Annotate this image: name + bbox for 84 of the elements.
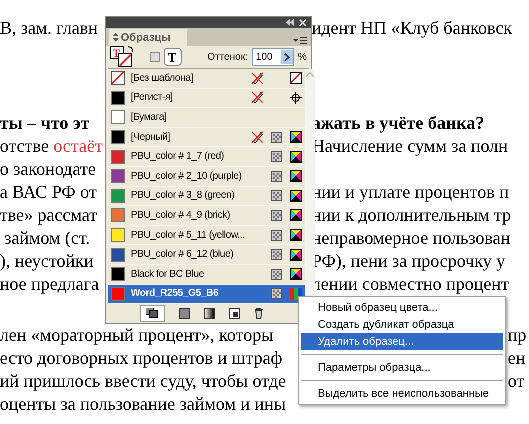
checker-icon bbox=[271, 170, 282, 182]
document-text: отстве остаёт bbox=[0, 135, 103, 158]
swatch-name: [Черный] bbox=[131, 132, 172, 143]
cmyk-icon bbox=[290, 268, 302, 280]
swatch-name: [Без шаблона] bbox=[131, 72, 194, 84]
swatch-row[interactable]: PBU_color # 1_7 (red) bbox=[108, 147, 305, 167]
cmyk-icon bbox=[290, 248, 302, 261]
cmyk-icon bbox=[290, 229, 302, 242]
none-icon bbox=[290, 72, 302, 84]
swatch-name: PBU_color # 6_12 (blue) bbox=[131, 249, 235, 260]
new-swatch-icon[interactable] bbox=[228, 308, 240, 320]
checker-icon bbox=[271, 288, 282, 300]
menu-item[interactable]: Создать дубликат образца bbox=[301, 316, 503, 333]
tint-label: Оттенок: bbox=[207, 52, 248, 62]
swatch-name: PBU_color # 2_10 (purple) bbox=[131, 170, 243, 182]
close-icon[interactable] bbox=[299, 18, 307, 26]
document-text: а ВАС РФ от bbox=[0, 181, 98, 204]
stacked-squares-icon bbox=[146, 308, 158, 320]
document-text: от bbox=[508, 370, 525, 393]
document-text: лении совместно процент bbox=[312, 273, 510, 296]
filled-square-icon[interactable] bbox=[178, 308, 190, 320]
swatch-name: PBU_color # 1_7 (red) bbox=[131, 151, 226, 162]
crosshair-icon bbox=[290, 92, 302, 104]
swatch-row[interactable]: PBU_color # 4_9 (brick) bbox=[108, 206, 305, 226]
checker-icon bbox=[271, 210, 282, 221]
swatch-name: Black for BC Blue bbox=[131, 268, 206, 280]
checker-icon bbox=[271, 190, 282, 202]
swatch-name: PBU_color # 5_11 (yellow... bbox=[131, 230, 245, 241]
menu-item[interactable]: Удалить образец... bbox=[301, 333, 503, 350]
text-format-icon[interactable]: T bbox=[164, 48, 182, 66]
swatch-row[interactable]: [Бумага] bbox=[108, 108, 305, 128]
swatch-row[interactable]: [Без шаблона] bbox=[108, 69, 305, 89]
menu-item[interactable]: Параметры образца... bbox=[301, 359, 503, 376]
rgb-icon bbox=[290, 288, 302, 300]
document-text: ), неустойки bbox=[0, 250, 94, 273]
document-text: есто договорных процентов и штраф bbox=[0, 347, 282, 370]
document-text: лен «мораторный процент», которы bbox=[0, 324, 274, 347]
document-text: В, зам. главн bbox=[0, 17, 98, 40]
swatch-row[interactable]: [Черный] bbox=[108, 128, 305, 148]
swatch-name: [Бумага] bbox=[131, 112, 168, 123]
swatch-row[interactable]: PBU_color # 6_12 (blue) bbox=[108, 245, 305, 265]
cmyk-icon bbox=[290, 131, 302, 144]
trash-icon[interactable] bbox=[254, 308, 264, 320]
cmyk-icon bbox=[290, 150, 302, 163]
swatch-row[interactable]: PBU_color # 5_11 (yellow... bbox=[108, 226, 305, 246]
checker-icon bbox=[271, 249, 282, 260]
document-text: неправомерное пользован bbox=[312, 227, 510, 250]
cmyk-icon bbox=[290, 190, 302, 202]
tint-field[interactable]: 100 bbox=[252, 48, 294, 66]
chevron-right-icon[interactable] bbox=[284, 52, 290, 62]
cmyk-icon bbox=[290, 170, 302, 182]
document-text: пр bbox=[508, 324, 527, 347]
cmyk-icon bbox=[290, 209, 302, 222]
document-text: займом (ст. bbox=[4, 227, 90, 250]
panel-tab[interactable]: Образцы bbox=[109, 29, 187, 46]
swatch-name: [Регист-я] bbox=[131, 92, 174, 104]
swatch-name: Word_R255_G5_B6 bbox=[131, 288, 220, 300]
checker-icon bbox=[271, 151, 282, 162]
document-text: ное предлага bbox=[0, 273, 100, 296]
swatch-row[interactable]: PBU_color # 3_8 (green) bbox=[108, 186, 305, 206]
document-text: оценты за пользование займом и ины bbox=[0, 393, 286, 416]
checker-icon bbox=[271, 132, 282, 143]
document-text: идент НП «Клуб банковск bbox=[312, 17, 512, 40]
checker-icon bbox=[271, 230, 282, 241]
document-text: о законодате bbox=[0, 158, 96, 181]
percent-label: % bbox=[298, 52, 307, 62]
document-text: ен bbox=[508, 347, 526, 370]
checker-icon bbox=[271, 268, 282, 280]
panel-menu-icon[interactable] bbox=[293, 37, 307, 46]
swatch-row[interactable]: PBU_color # 2_10 (purple) bbox=[108, 166, 305, 187]
container-icon[interactable] bbox=[150, 52, 160, 62]
swatch-name: PBU_color # 4_9 (brick) bbox=[131, 210, 232, 221]
swatch-name: PBU_color # 3_8 (green) bbox=[131, 190, 236, 202]
collapse-icon[interactable] bbox=[286, 19, 294, 26]
document-text: Начисление сумм за полн bbox=[312, 135, 508, 158]
menu-item[interactable]: Выделить все неиспользованные bbox=[301, 385, 503, 402]
show-all-swatches-button[interactable] bbox=[140, 305, 164, 322]
document-text: тве» рассмат bbox=[0, 204, 98, 227]
gradient-icon[interactable] bbox=[204, 308, 214, 320]
sort-arrows-icon bbox=[113, 33, 119, 42]
document-text: ий пришлось ввести суду, чтобы отде bbox=[0, 370, 286, 393]
heading-text: ты – что эт bbox=[0, 112, 90, 135]
swatch-row[interactable]: Word_R255_G5_B6 bbox=[108, 284, 305, 304]
swatch-row[interactable]: [Регист-я] bbox=[108, 88, 305, 108]
